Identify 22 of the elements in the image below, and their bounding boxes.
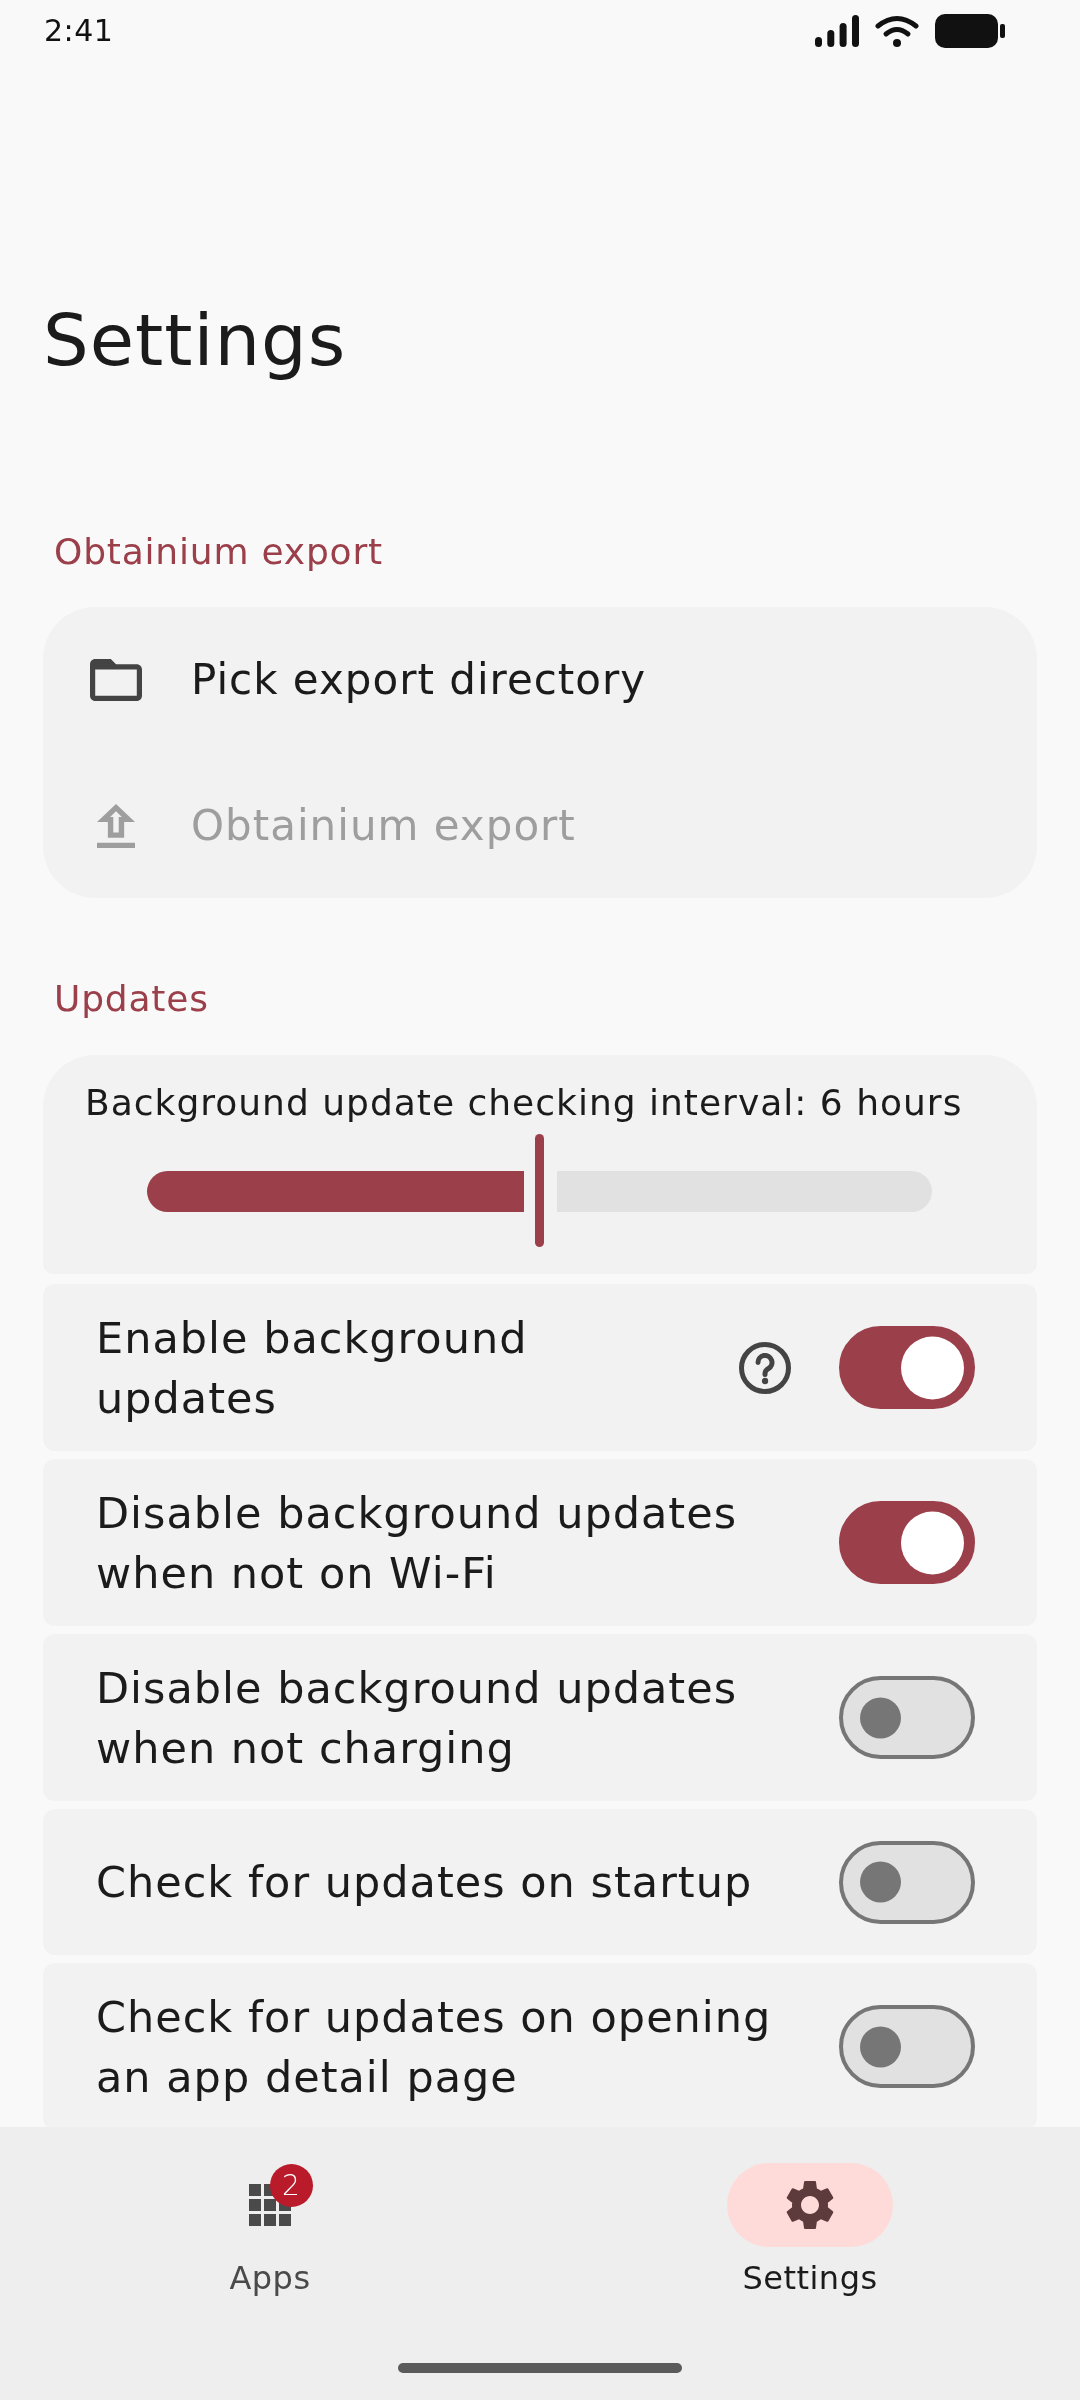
help-icon[interactable] bbox=[739, 1341, 791, 1394]
nav-tab[interactable]: 2 Apps bbox=[187, 2163, 353, 2298]
slider-thumb[interactable] bbox=[535, 1134, 544, 1247]
setting-label: Disable background updates when not charging bbox=[96, 1662, 738, 1773]
section-header: Updates bbox=[54, 977, 209, 1021]
setting-label: Check for updates on startup bbox=[96, 1857, 753, 1907]
status-time: 2:41 bbox=[44, 12, 114, 50]
slider-label: Background update checking interval: 6 hours bbox=[85, 1081, 963, 1125]
setting-label: Check for updates on opening an app detail page bbox=[96, 1991, 772, 2102]
interval-slider[interactable] bbox=[147, 1134, 932, 1247]
setting-label: Disable background updates when not on Wi-Fi bbox=[96, 1487, 738, 1598]
nav-tab[interactable]: Settings bbox=[727, 2163, 893, 2298]
section-header: Obtainium export bbox=[54, 530, 383, 574]
signal-icon bbox=[815, 15, 859, 47]
wifi-icon bbox=[875, 15, 919, 47]
upload-icon bbox=[97, 803, 135, 848]
battery-icon bbox=[935, 14, 1005, 48]
notification-badge: 2 bbox=[269, 2163, 313, 2207]
page-title: Settings bbox=[43, 298, 347, 382]
folder-icon bbox=[90, 659, 142, 701]
list-item-button[interactable]: Pick export directory bbox=[43, 607, 1037, 753]
setting-label: Enable background updates bbox=[96, 1312, 528, 1423]
